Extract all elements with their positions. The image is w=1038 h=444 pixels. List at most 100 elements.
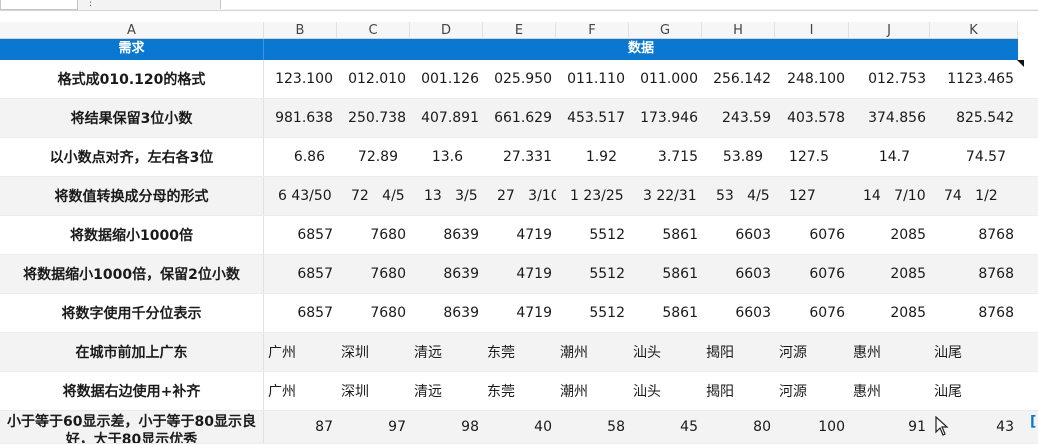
data-cell[interactable]: 58	[556, 411, 629, 443]
data-cell[interactable]: 173.946	[629, 99, 702, 137]
column-header-d[interactable]: D	[410, 22, 483, 39]
data-cell[interactable]: 6857	[264, 255, 337, 293]
data-cell[interactable]: 6076	[775, 255, 849, 293]
data-cell[interactable]: 248.100	[775, 60, 849, 98]
data-cell[interactable]: 100	[775, 411, 849, 443]
data-cell[interactable]: 001.126	[410, 60, 483, 98]
data-cell[interactable]: 80	[702, 411, 775, 443]
data-cell[interactable]: 揭阳	[702, 372, 775, 410]
column-header-e[interactable]: E	[483, 22, 556, 39]
row-label-cell[interactable]: 将数字使用千分位表示	[0, 294, 264, 332]
data-cell[interactable]: 72.89	[337, 138, 410, 176]
data-cell[interactable]: 53.89	[702, 138, 775, 176]
data-cell[interactable]: 3.715	[629, 138, 702, 176]
data-cell[interactable]: 汕尾	[930, 372, 1018, 410]
data-cell[interactable]: 4719	[483, 294, 556, 332]
header-data[interactable]: 数据	[264, 39, 1018, 60]
data-cell[interactable]: 45	[629, 411, 702, 443]
data-cell[interactable]: 4719	[483, 255, 556, 293]
data-cell[interactable]: 8768	[930, 216, 1018, 254]
data-cell[interactable]: 8768	[930, 294, 1018, 332]
column-header-h[interactable]: H	[702, 22, 775, 39]
data-cell[interactable]: 250.738	[337, 99, 410, 137]
column-header-b[interactable]: B	[264, 22, 337, 39]
data-cell[interactable]: 40	[483, 411, 556, 443]
data-cell[interactable]: 广州	[264, 333, 337, 371]
data-cell[interactable]: 6076	[775, 216, 849, 254]
data-cell[interactable]: 243.59	[702, 99, 775, 137]
data-cell[interactable]: 4719	[483, 216, 556, 254]
data-cell[interactable]: 14.7	[849, 138, 930, 176]
data-cell[interactable]: 87	[264, 411, 337, 443]
data-cell[interactable]: 深圳	[337, 333, 410, 371]
data-cell[interactable]: 2085	[849, 255, 930, 293]
data-cell[interactable]: 汕头	[629, 372, 702, 410]
data-cell[interactable]: 6603	[702, 294, 775, 332]
data-cell[interactable]: 123.100	[264, 60, 337, 98]
data-cell[interactable]: 6076	[775, 294, 849, 332]
data-cell[interactable]: 5512	[556, 294, 629, 332]
data-cell[interactable]: 6857	[264, 294, 337, 332]
row-label-cell[interactable]: 将结果保留3位小数	[0, 99, 264, 137]
data-cell[interactable]: 127	[775, 177, 849, 215]
data-cell[interactable]: 3 22/31	[629, 177, 702, 215]
row-label-cell[interactable]: 在城市前加上广东	[0, 333, 264, 371]
data-cell[interactable]: 7680	[337, 294, 410, 332]
data-cell[interactable]: 74.57	[930, 138, 1018, 176]
data-cell[interactable]: 27 3/10	[483, 177, 556, 215]
data-cell[interactable]: 6.86	[264, 138, 337, 176]
data-cell[interactable]: 广州	[264, 372, 337, 410]
data-cell[interactable]: 53 4/5	[702, 177, 775, 215]
data-cell[interactable]: 127.5	[775, 138, 849, 176]
data-cell[interactable]: 1123.465	[930, 60, 1018, 98]
data-cell[interactable]: 012.753	[849, 60, 930, 98]
data-cell[interactable]: 8768	[930, 255, 1018, 293]
formula-input[interactable]	[220, 0, 1038, 9]
data-cell[interactable]: 汕头	[629, 333, 702, 371]
column-header-i[interactable]: I	[775, 22, 849, 39]
column-header-g[interactable]: G	[629, 22, 702, 39]
data-cell[interactable]: 825.542	[930, 99, 1018, 137]
row-label-cell[interactable]: 小于等于60显示差，小于等于80显示良好，大于80显示优秀	[0, 411, 264, 443]
data-cell[interactable]: 潮州	[556, 372, 629, 410]
row-label-cell[interactable]: 将数据缩小1000倍，保留2位小数	[0, 255, 264, 293]
data-cell[interactable]: 1.92	[556, 138, 629, 176]
row-label-cell[interactable]: 将数据右边使用+补齐	[0, 372, 264, 410]
data-cell[interactable]: 7680	[337, 255, 410, 293]
data-cell[interactable]: 1 23/25	[556, 177, 629, 215]
name-box[interactable]	[0, 0, 78, 10]
data-cell[interactable]: 407.891	[410, 99, 483, 137]
data-cell[interactable]: 揭阳	[702, 333, 775, 371]
data-cell[interactable]: 6603	[702, 255, 775, 293]
data-cell[interactable]: 6603	[702, 216, 775, 254]
data-cell[interactable]: 403.578	[775, 99, 849, 137]
data-cell[interactable]: 374.856	[849, 99, 930, 137]
data-cell[interactable]: 025.950	[483, 60, 556, 98]
data-cell[interactable]: 453.517	[556, 99, 629, 137]
data-cell[interactable]: 东莞	[483, 372, 556, 410]
row-label-cell[interactable]: 将数据缩小1000倍	[0, 216, 264, 254]
data-cell[interactable]: 97	[337, 411, 410, 443]
data-cell[interactable]: 13 3/5	[410, 177, 483, 215]
column-header-a[interactable]: A	[0, 22, 264, 39]
data-cell[interactable]: 72 4/5	[337, 177, 410, 215]
data-cell[interactable]: 东莞	[483, 333, 556, 371]
data-cell[interactable]: 6 43/50	[264, 177, 337, 215]
data-cell[interactable]: 5861	[629, 294, 702, 332]
row-label-cell[interactable]: 将数值转换成分母的形式	[0, 177, 264, 215]
data-cell[interactable]: 14 7/10	[849, 177, 930, 215]
header-demand[interactable]: 需求	[0, 39, 264, 60]
data-cell[interactable]: 2085	[849, 294, 930, 332]
data-cell[interactable]: 8639	[410, 216, 483, 254]
data-cell[interactable]: 7680	[337, 216, 410, 254]
data-cell[interactable]: 661.629	[483, 99, 556, 137]
data-cell[interactable]: 011.110	[556, 60, 629, 98]
column-header-c[interactable]: C	[337, 22, 410, 39]
data-cell[interactable]: 256.142	[702, 60, 775, 98]
data-cell[interactable]: 2085	[849, 216, 930, 254]
data-cell[interactable]: 汕尾	[930, 333, 1018, 371]
data-cell[interactable]: 98	[410, 411, 483, 443]
data-cell[interactable]: 011.000	[629, 60, 702, 98]
data-cell[interactable]: 8639	[410, 255, 483, 293]
data-cell[interactable]: 5512	[556, 255, 629, 293]
